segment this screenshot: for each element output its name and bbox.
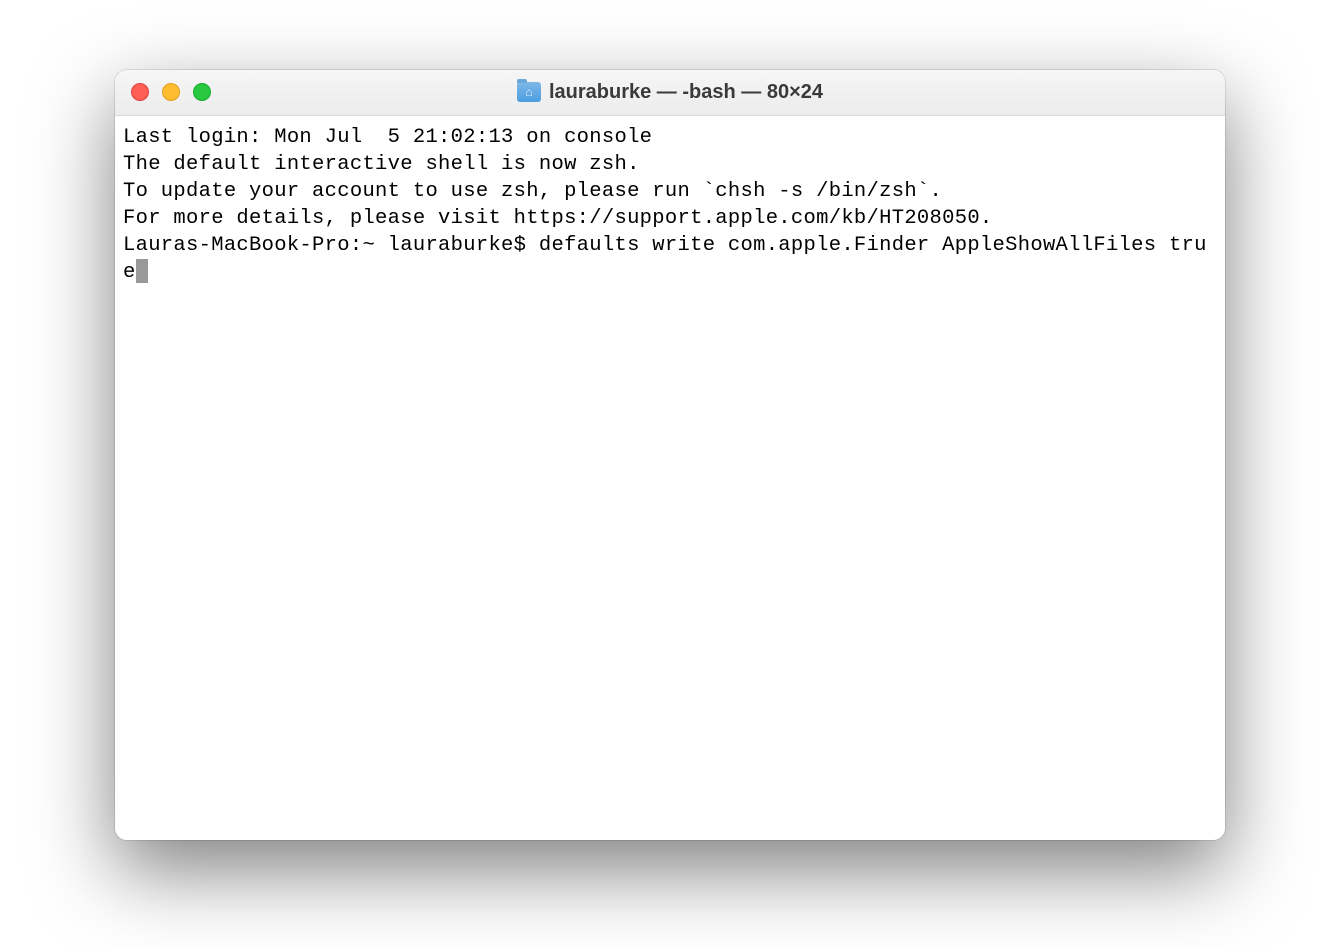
terminal-output-line: To update your account to use zsh, pleas…	[123, 178, 1217, 205]
terminal-window: lauraburke — -bash — 80×24 Last login: M…	[115, 70, 1225, 840]
terminal-output-line: For more details, please visit https://s…	[123, 205, 1217, 232]
terminal-output-line: Last login: Mon Jul 5 21:02:13 on consol…	[123, 124, 1217, 151]
title-bar[interactable]: lauraburke — -bash — 80×24	[115, 70, 1225, 116]
home-folder-icon	[517, 82, 541, 102]
terminal-cursor	[136, 259, 148, 283]
minimize-button[interactable]	[162, 83, 180, 101]
title-container: lauraburke — -bash — 80×24	[115, 81, 1225, 104]
terminal-content[interactable]: Last login: Mon Jul 5 21:02:13 on consol…	[115, 116, 1225, 840]
maximize-button[interactable]	[193, 83, 211, 101]
terminal-output-line: The default interactive shell is now zsh…	[123, 151, 1217, 178]
window-title: lauraburke — -bash — 80×24	[549, 81, 823, 104]
traffic-lights	[131, 83, 211, 101]
terminal-prompt-line: Lauras-MacBook-Pro:~ lauraburke$ default…	[123, 234, 1207, 284]
close-button[interactable]	[131, 83, 149, 101]
